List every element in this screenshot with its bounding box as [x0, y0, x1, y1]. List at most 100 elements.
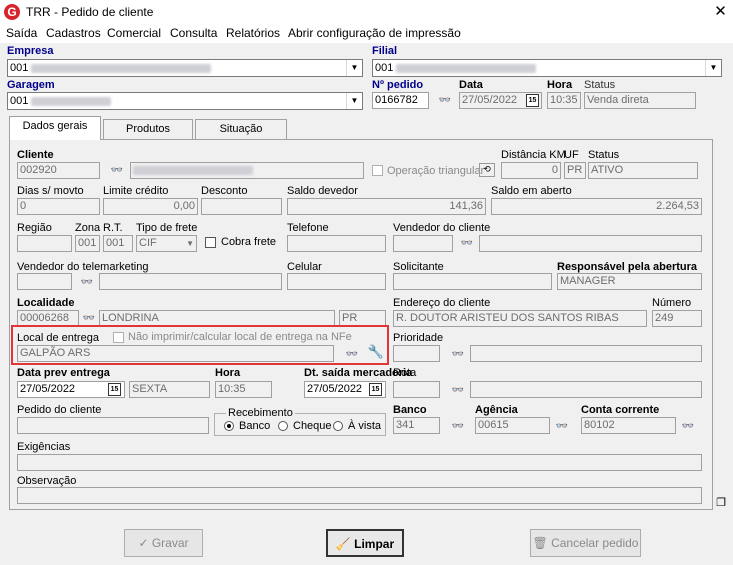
rt-label: R.T. [103, 222, 123, 234]
prioridade-name [470, 345, 702, 362]
binoculars-icon[interactable]: 👓 [681, 421, 695, 433]
check-icon: ✓ [138, 536, 152, 550]
binoculars-icon[interactable]: 👓 [80, 277, 94, 289]
binoculars-icon[interactable]: 👓 [451, 421, 465, 433]
numero-label: Número [652, 297, 692, 309]
calendar-icon[interactable]: 15 [369, 383, 382, 396]
frete-label: Tipo de frete [136, 222, 198, 234]
menu-saida[interactable]: Saída [6, 26, 37, 40]
data-label: Data [459, 79, 483, 91]
binoculars-icon[interactable]: 👓 [345, 349, 359, 361]
nao-imprimir-checkbox[interactable] [113, 332, 124, 343]
garagem-select[interactable]: 001 ▼ [7, 92, 363, 110]
solicitante-field [393, 273, 552, 290]
empresa-select[interactable]: 001 ▼ [7, 59, 363, 77]
cobra-frete-label: Cobra frete [221, 236, 277, 248]
exigencias-field[interactable] [17, 454, 702, 471]
rota-name [470, 381, 702, 398]
cliente-code[interactable]: 002920 [17, 162, 100, 179]
celular-label: Celular [287, 261, 322, 273]
data-prev-label: Data prev entrega [17, 367, 110, 379]
chevron-down-icon[interactable]: ▼ [346, 93, 362, 109]
limpar-button[interactable]: 🧹 Limpar [326, 529, 404, 557]
rota-code [393, 381, 440, 398]
desconto-field [201, 198, 282, 215]
gravar-button[interactable]: ✓ Gravar [124, 529, 203, 557]
regiao-label: Região [17, 222, 52, 234]
menu-comercial[interactable]: Comercial [107, 26, 161, 40]
banco-label: Banco [393, 404, 427, 416]
tab-produtos[interactable]: Produtos [103, 119, 193, 139]
banco-field[interactable]: 341 [393, 417, 440, 434]
radio-cheque[interactable] [278, 421, 288, 431]
zona-label: Zona [75, 222, 101, 234]
localidade-label: Localidade [17, 297, 75, 309]
vendedor-cliente-name [479, 235, 702, 252]
garagem-label: Garagem [7, 79, 55, 91]
binoculars-icon[interactable]: 👓 [82, 313, 96, 325]
menu-relatorios[interactable]: Relatórios [226, 26, 280, 40]
cliente-status-label: Status [588, 149, 620, 161]
pedido-input[interactable]: 0166782 [372, 92, 429, 109]
binoculars-icon[interactable]: 👓 [110, 165, 124, 177]
filial-select[interactable]: 001 ▼ [372, 59, 722, 77]
binoculars-icon[interactable]: 👓 [460, 238, 474, 250]
edit-location-icon[interactable]: 🔧 [367, 343, 385, 361]
chevron-down-icon: ▼ [186, 239, 194, 248]
binoculars-icon[interactable]: 👓 [438, 95, 452, 107]
uf-label: UF [564, 149, 579, 161]
empresa-label: Empresa [7, 45, 54, 57]
celular-field [287, 273, 386, 290]
pedido-cliente-field[interactable] [17, 417, 209, 434]
dias-label: Dias s/ movto [17, 185, 84, 197]
close-icon[interactable]: ✕ [708, 0, 733, 24]
cobra-frete-checkbox[interactable] [205, 237, 216, 248]
operacao-triangular-checkbox[interactable] [372, 165, 383, 176]
radio-banco-label: Banco [239, 420, 271, 432]
binoculars-icon[interactable]: 👓 [451, 349, 465, 361]
operacao-triangular-label: Operação triangular [387, 165, 485, 177]
radio-banco[interactable] [224, 421, 234, 431]
cancelar-pedido-button[interactable]: 🗑 Cancelar pedido [530, 529, 641, 557]
chevron-down-icon[interactable]: ▼ [346, 60, 362, 76]
observacao-field[interactable] [17, 487, 702, 504]
saldo-aberto-field: 2.264,53 [491, 198, 702, 215]
menu-config-impressao[interactable]: Abrir configuração de impressão [288, 26, 461, 40]
pedido-label: Nº pedido [372, 79, 424, 91]
pedido-cliente-label: Pedido do cliente [17, 404, 102, 416]
regiao-field [17, 235, 72, 252]
responsavel-label: Responsável pela abertura [557, 261, 698, 273]
calendar-icon[interactable]: 15 [108, 383, 121, 396]
copy-icon[interactable]: ❐ [714, 496, 728, 510]
radio-a-vista-label: À vista [348, 420, 382, 432]
desconto-label: Desconto [201, 185, 248, 197]
limite-label: Limite crédito [103, 185, 169, 197]
status-label: Status [584, 79, 616, 91]
hora-input[interactable]: 10:35 [547, 92, 581, 109]
tab-situacao[interactable]: Situação [195, 119, 287, 139]
agencia-field[interactable]: 00615 [475, 417, 550, 434]
conta-field[interactable]: 80102 [581, 417, 676, 434]
calendar-icon[interactable]: 15 [526, 94, 539, 107]
saldo-aberto-label: Saldo em aberto [491, 185, 572, 197]
vendedor-tele-code [17, 273, 72, 290]
vendedor-tele-label: Vendedor do telemarketing [17, 261, 149, 273]
conta-label: Conta corrente [581, 404, 660, 416]
cliente-status-field: ATIVO [588, 162, 698, 179]
hora-entrega-field[interactable]: 10:35 [215, 381, 272, 398]
triangle-icon[interactable]: ⟲ [479, 163, 495, 177]
dia-semana-field: SEXTA [129, 381, 210, 398]
recebimento-label: Recebimento [226, 407, 295, 419]
saldo-devedor-field: 141,36 [287, 198, 486, 215]
local-entrega-label: Local de entrega [17, 332, 99, 344]
prioridade-code [393, 345, 440, 362]
local-entrega-field[interactable]: GALPÃO ARS [17, 345, 334, 362]
menu-cadastros[interactable]: Cadastros [46, 26, 101, 40]
tab-dados-gerais[interactable]: Dados gerais [9, 116, 101, 140]
chevron-down-icon[interactable]: ▼ [705, 60, 721, 76]
menu-consulta[interactable]: Consulta [170, 26, 217, 40]
frete-select[interactable]: CIF ▼ [136, 235, 197, 252]
binoculars-icon[interactable]: 👓 [451, 385, 465, 397]
radio-a-vista[interactable] [333, 421, 343, 431]
binoculars-icon[interactable]: 👓 [555, 421, 569, 433]
